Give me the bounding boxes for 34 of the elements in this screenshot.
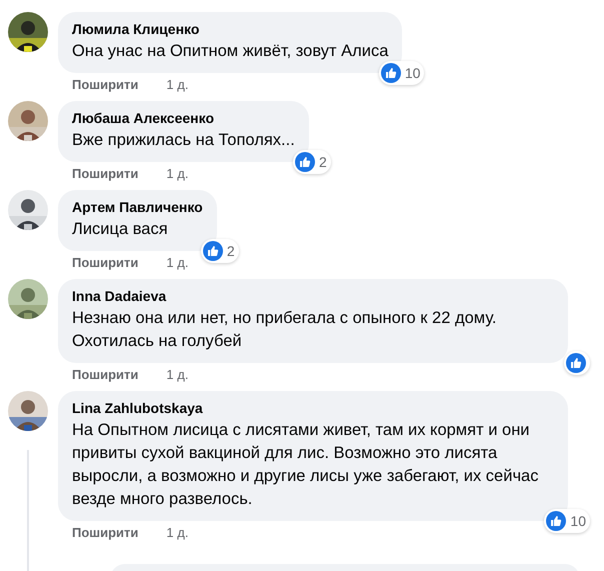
like-count: 2 [318,154,327,170]
comment-text: Незнаю она или нет, но прибегала с опыного к 22 дому. Охотилась на голубей [72,308,498,352]
like-badge[interactable] [564,351,590,375]
author-name[interactable]: Любаша Алексеенко [72,109,295,127]
author-name[interactable]: Lina Zahlubotskaya [72,399,554,417]
thumbs-up-icon [566,353,586,373]
like-count: 10 [570,513,586,529]
thumbs-up-icon [380,63,401,83]
author-name[interactable]: Люмила Клиценко [72,20,388,38]
thumbs-up-icon [294,152,315,172]
like-badge[interactable]: 2 [292,150,331,174]
comment-text: На Опытном лисица с лисятами живет, там их кормят и они привиты сухой вакциной для лис. Возможно это лисята выросли, а возможно и другие лисы уже забегают, их сейчас везде много развелось. [72,420,540,510]
comment-text: Лисица вася [72,219,169,240]
comment-time[interactable]: 1 д. [166,367,188,383]
share-link[interactable]: Поширити [72,367,138,383]
like-badge[interactable]: 10 [544,509,590,533]
comment-text: Она унас на Опитном живёт, зовут Алиса [72,41,388,62]
share-link[interactable]: Поширити [72,77,138,93]
thumbs-up-icon [546,511,566,531]
comment-time[interactable]: 1 д. [166,77,188,93]
like-badge[interactable]: 2 [200,239,239,263]
share-link[interactable]: Поширити [72,525,138,541]
comment-time[interactable]: 1 д. [166,255,188,271]
comment-text: Вже прижилась на Тополях... [72,130,295,151]
like-count: 10 [404,65,420,81]
like-count: 2 [226,243,235,259]
comment-time[interactable]: 1 д. [166,525,188,541]
like-badge[interactable]: 10 [378,61,424,85]
share-link[interactable]: Поширити [72,255,138,271]
comment-time[interactable]: 1 д. [166,166,188,182]
author-name[interactable]: Inna Dadaieva [72,287,554,305]
thumbs-up-icon [202,241,223,261]
author-name[interactable]: Артем Павличенко [72,198,203,216]
share-link[interactable]: Поширити [72,166,138,182]
